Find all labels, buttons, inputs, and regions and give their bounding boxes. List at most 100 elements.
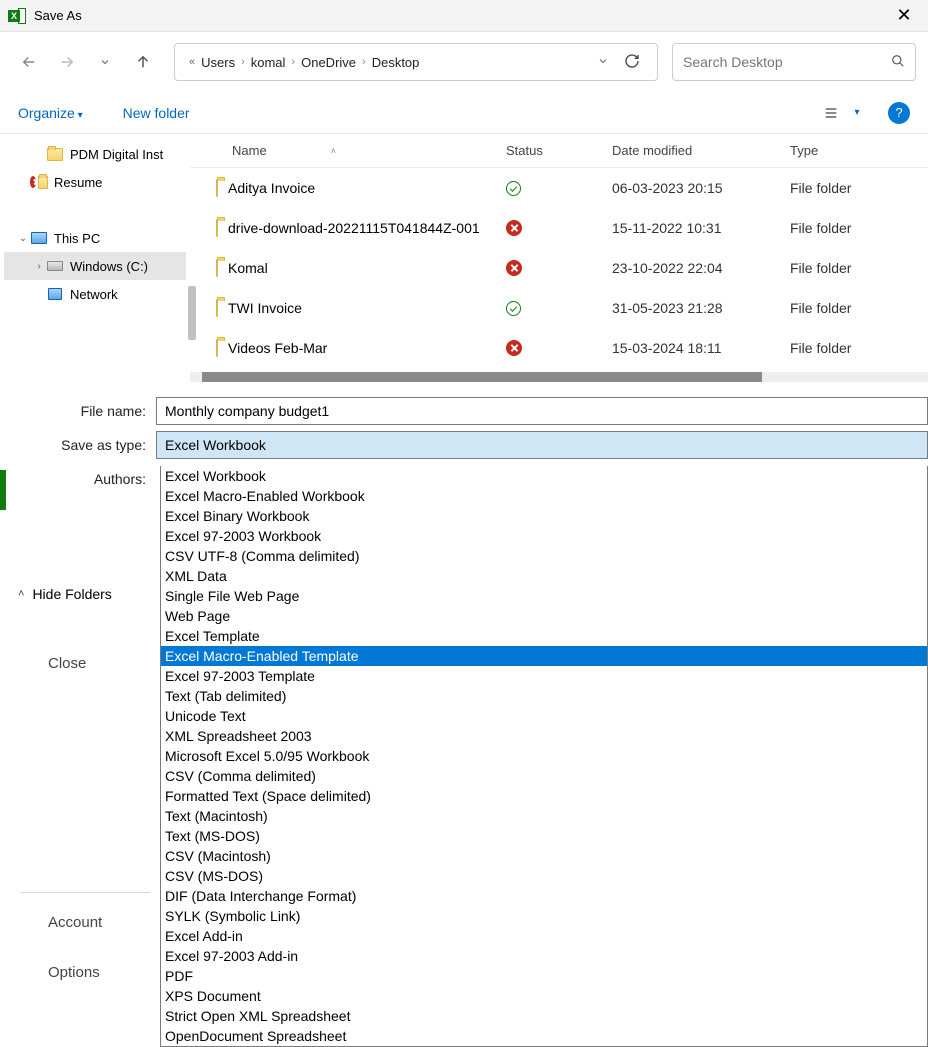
backstage-options[interactable]: Options <box>0 947 160 997</box>
filetype-option[interactable]: Excel 97-2003 Template <box>161 666 927 686</box>
filetype-option[interactable]: Single File Web Page <box>161 586 927 606</box>
filetype-option[interactable]: PDF <box>161 966 927 986</box>
horizontal-scrollbar[interactable] <box>190 372 928 382</box>
filetype-option[interactable]: CSV (Comma delimited) <box>161 766 927 786</box>
tree-item-pdm[interactable]: PDM Digital Inst <box>4 140 186 168</box>
filetype-option[interactable]: XPS Document <box>161 986 927 1006</box>
filetype-option[interactable]: Text (Tab delimited) <box>161 686 927 706</box>
forward-button[interactable] <box>50 45 84 79</box>
filetype-option[interactable]: Excel Macro-Enabled Template <box>161 646 927 666</box>
file-list: Name˄ Status Date modified Type Aditya I… <box>190 134 928 382</box>
new-folder-button[interactable]: New folder <box>123 105 190 121</box>
folder-icon <box>216 300 218 316</box>
window-title: Save As <box>34 8 82 23</box>
tree-item-label: PDM Digital Inst <box>70 147 163 162</box>
sync-error-icon <box>506 340 522 356</box>
filetype-option[interactable]: Excel 97-2003 Workbook <box>161 526 927 546</box>
file-name: Aditya Invoice <box>228 180 315 196</box>
filetype-option[interactable]: Web Page <box>161 606 927 626</box>
backstage-account[interactable]: Account <box>0 897 160 947</box>
filetype-option[interactable]: Excel Binary Workbook <box>161 506 927 526</box>
file-row[interactable]: Komal23-10-2022 22:04File folder <box>190 248 928 288</box>
organize-button[interactable]: Organize <box>18 105 83 121</box>
chevron-right-icon: › <box>362 56 366 68</box>
filetype-option[interactable]: Microsoft Excel 5.0/95 Workbook <box>161 746 927 766</box>
file-row[interactable]: Videos Feb-Mar15-03-2024 18:11File folde… <box>190 328 928 368</box>
file-row[interactable]: Aditya Invoice 06-03-2023 20:15File folde… <box>190 168 928 208</box>
search-box[interactable] <box>672 43 916 81</box>
filetype-option[interactable]: SYLK (Symbolic Link) <box>161 906 927 926</box>
column-status[interactable]: Status <box>506 143 612 158</box>
search-input[interactable] <box>683 54 891 70</box>
error-folder-icon <box>30 173 48 191</box>
chevron-right-icon: › <box>291 56 295 68</box>
tree-item-resume[interactable]: Resume <box>4 168 186 196</box>
filetype-option[interactable]: Strict Open XML Spreadsheet <box>161 1006 927 1026</box>
filetype-option[interactable]: Formatted Text (Space delimited) <box>161 786 927 806</box>
search-icon <box>891 54 905 71</box>
breadcrumb-users[interactable]: Users <box>201 55 235 70</box>
folder-icon <box>216 180 218 196</box>
filetype-option[interactable]: XML Data <box>161 566 927 586</box>
file-row[interactable]: TWI Invoice31-05-2023 21:28File folder <box>190 288 928 328</box>
tree-item-windows-c[interactable]: › Windows (C:) <box>4 252 186 280</box>
tree-item-label: Windows (C:) <box>70 259 148 274</box>
filetype-option[interactable]: Excel Macro-Enabled Workbook <box>161 486 927 506</box>
sync-error-icon <box>506 220 522 236</box>
file-row[interactable]: drive-download-20221115T041844Z-00115-11… <box>190 208 928 248</box>
saveastype-dropdown[interactable]: Excel WorkbookExcel Macro-Enabled Workbo… <box>160 466 928 1047</box>
column-date[interactable]: Date modified <box>612 143 790 158</box>
folder-icon <box>216 220 218 236</box>
column-headers: Name˄ Status Date modified Type <box>190 134 928 168</box>
view-dropdown-button[interactable]: ▾ <box>844 100 870 126</box>
file-type: File folder <box>790 340 928 356</box>
chevron-down-icon[interactable]: ⌄ <box>16 233 30 244</box>
sync-ok-icon <box>506 181 521 196</box>
titlebar: X Save As ✕ <box>0 0 928 32</box>
chevron-right-icon: › <box>241 56 245 68</box>
recent-locations-button[interactable] <box>88 45 122 79</box>
breadcrumb-komal[interactable]: komal <box>251 55 286 70</box>
tree-item-network[interactable]: Network <box>4 280 186 308</box>
breadcrumb-onedrive[interactable]: OneDrive <box>301 55 356 70</box>
sync-error-icon <box>506 260 522 276</box>
help-button[interactable]: ? <box>888 102 910 124</box>
file-type: File folder <box>790 180 928 196</box>
tree-item-this-pc[interactable]: ⌄ This PC <box>4 224 186 252</box>
up-button[interactable] <box>126 45 160 79</box>
authors-label: Authors: <box>0 471 156 487</box>
backstage-close[interactable]: Close <box>0 638 160 688</box>
file-date: 06-03-2023 20:15 <box>612 180 790 196</box>
folder-icon <box>216 340 218 356</box>
filetype-option[interactable]: Excel Template <box>161 626 927 646</box>
address-dropdown-button[interactable] <box>597 55 609 70</box>
column-type[interactable]: Type <box>790 143 928 158</box>
filetype-option[interactable]: CSV (MS-DOS) <box>161 866 927 886</box>
refresh-button[interactable] <box>615 53 649 72</box>
filetype-option[interactable]: CSV UTF-8 (Comma delimited) <box>161 546 927 566</box>
filetype-option[interactable]: Excel 97-2003 Add-in <box>161 946 927 966</box>
close-button[interactable]: ✕ <box>884 5 924 26</box>
breadcrumb-desktop[interactable]: Desktop <box>372 55 420 70</box>
file-date: 15-11-2022 10:31 <box>612 220 790 236</box>
filetype-option[interactable]: Excel Workbook <box>161 466 927 486</box>
chevron-right-icon[interactable]: › <box>32 261 46 272</box>
filetype-option[interactable]: Excel Add-in <box>161 926 927 946</box>
filename-input[interactable] <box>156 397 928 425</box>
filetype-option[interactable]: Text (MS-DOS) <box>161 826 927 846</box>
hide-folders-button[interactable]: ˄ Hide Folders <box>18 586 112 602</box>
column-name[interactable]: Name˄ <box>190 143 506 158</box>
filetype-option[interactable]: XML Spreadsheet 2003 <box>161 726 927 746</box>
filetype-option[interactable]: CSV (Macintosh) <box>161 846 927 866</box>
view-button[interactable] <box>818 100 844 126</box>
file-date: 31-05-2023 21:28 <box>612 300 790 316</box>
backstage-sidebar: Close Account Options <box>0 610 160 997</box>
filetype-option[interactable]: OpenDocument Spreadsheet <box>161 1026 927 1046</box>
address-bar[interactable]: « Users › komal › OneDrive › Desktop <box>174 43 658 81</box>
saveastype-combobox[interactable]: Excel Workbook <box>156 431 928 459</box>
back-button[interactable] <box>12 45 46 79</box>
file-date: 15-03-2024 18:11 <box>612 340 790 356</box>
filetype-option[interactable]: Unicode Text <box>161 706 927 726</box>
filetype-option[interactable]: Text (Macintosh) <box>161 806 927 826</box>
filetype-option[interactable]: DIF (Data Interchange Format) <box>161 886 927 906</box>
